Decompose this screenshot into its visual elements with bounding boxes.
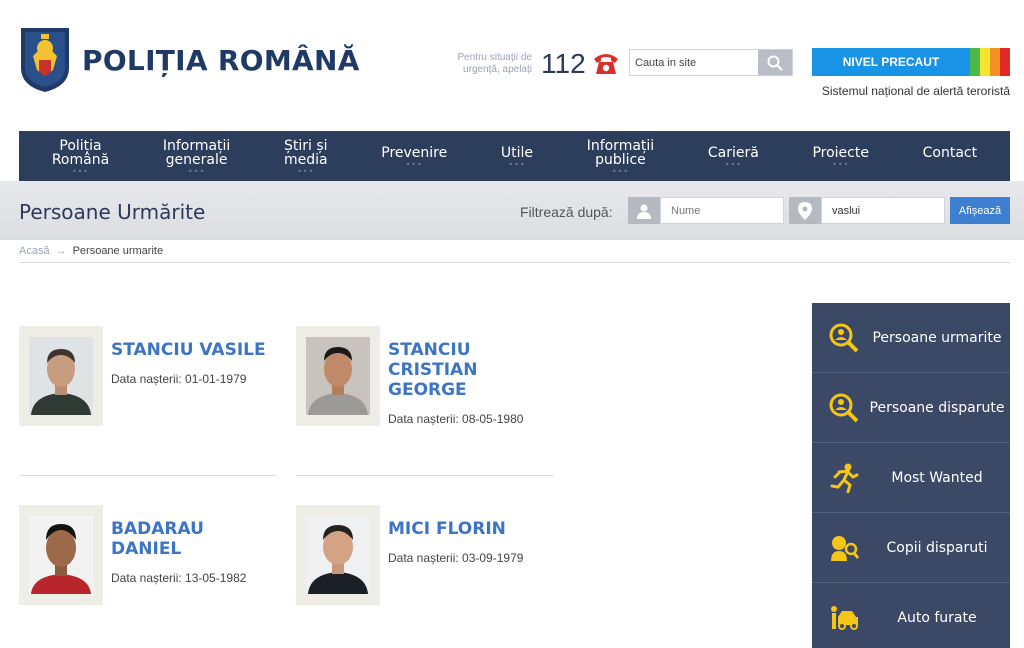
nav-item-proiecte[interactable]: Proiecte ••• <box>812 146 869 169</box>
nav-dots: ••• <box>724 160 742 169</box>
location-filter-input[interactable] <box>821 197 945 224</box>
sidebar-item-persoane-urmarite[interactable]: Persoane urmarite <box>812 303 1010 373</box>
person-photo[interactable] <box>296 326 380 426</box>
main-navigation: Poliția Română ••• Informații generale ••• Ș… <box>19 131 1010 181</box>
breadcrumb: Acasă → Persoane urmarite <box>19 245 163 257</box>
person-name[interactable]: MICI FLORIN <box>388 519 556 539</box>
row-divider <box>296 475 554 476</box>
sidebar-item-auto-furate[interactable]: Auto furate <box>812 583 1010 648</box>
nav-dots: ••• <box>832 160 850 169</box>
person-name[interactable]: BADARAU DANIEL <box>111 519 279 559</box>
nav-item-utile[interactable]: Utile ••• <box>501 146 533 169</box>
person-dob: Data nașterii: 08-05-1980 <box>388 412 524 426</box>
alert-color-scale <box>970 48 1010 76</box>
car-icon <box>831 606 858 630</box>
person-dob: Data nașterii: 13-05-1982 <box>111 571 247 585</box>
nav-dots: ••• <box>405 160 423 169</box>
alert-bar-yellow <box>980 48 990 76</box>
filter-label: Filtrează după: <box>520 204 613 220</box>
portrait-image <box>29 516 93 594</box>
name-filter-input[interactable] <box>660 197 784 224</box>
search-person-icon <box>829 323 859 352</box>
nav-item-politia-romana[interactable]: Poliția Română ••• <box>52 139 109 176</box>
search-button[interactable] <box>758 50 792 75</box>
nav-item-contact[interactable]: Contact <box>923 146 977 166</box>
person-photo[interactable] <box>19 505 103 605</box>
page-title-bar: Persoane Urmărite Filtrează după: <box>0 181 1024 240</box>
nav-item-informatii-generale[interactable]: Informații generale ••• <box>163 139 231 176</box>
sidebar-item-persoane-disparute[interactable]: Persoane disparute <box>812 373 1010 443</box>
emergency-text: Pentru situații de urgență, apelați <box>457 52 533 75</box>
alert-bar-orange <box>990 48 1000 76</box>
location-pin-icon <box>789 197 821 224</box>
alert-subtitle: Sistemul național de alertă teroristă <box>821 84 1010 98</box>
nav-dots: ••• <box>508 160 526 169</box>
child-icon <box>831 535 859 561</box>
person-dob: Data nașterii: 03-09-1979 <box>388 551 524 565</box>
sidebar-item-most-wanted[interactable]: Most Wanted <box>812 443 1010 513</box>
search-input[interactable] <box>630 50 758 75</box>
running-man-icon <box>830 463 859 493</box>
phone-icon <box>594 54 618 74</box>
alert-level-label: NIVEL PRECAUT <box>812 48 970 76</box>
person-name[interactable]: STANCIU VASILE <box>111 340 279 360</box>
search-person-icon <box>829 393 859 422</box>
emergency-number: 112 <box>541 48 586 79</box>
person-photo[interactable] <box>296 505 380 605</box>
user-icon <box>628 197 660 224</box>
terror-alert-level[interactable]: NIVEL PRECAUT <box>812 48 1010 76</box>
nav-dots: ••• <box>188 167 206 176</box>
breadcrumb-separator: → <box>55 245 67 257</box>
nav-item-stiri-media[interactable]: Știri și media ••• <box>284 139 328 176</box>
sidebar-menu: Persoane urmarite Persoane disparute Mos… <box>812 303 1010 648</box>
nav-item-informatii-publice[interactable]: Informații publice ••• <box>587 139 655 176</box>
sidebar-item-copii-disparuti[interactable]: Copii disparuti <box>812 513 1010 583</box>
breadcrumb-home-link[interactable]: Acasă <box>19 245 50 257</box>
alert-bar-red <box>1000 48 1010 76</box>
page-title: Persoane Urmărite <box>19 200 206 224</box>
person-name[interactable]: STANCIU CRISTIAN GEORGE <box>388 340 556 400</box>
breadcrumb-divider <box>19 262 1010 263</box>
search-icon <box>767 55 783 71</box>
nav-dots: ••• <box>611 167 630 176</box>
portrait-image <box>29 337 93 415</box>
nav-item-prevenire[interactable]: Prevenire ••• <box>381 146 447 169</box>
breadcrumb-current: Persoane urmarite <box>72 245 164 257</box>
person-dob: Data nașterii: 01-01-1979 <box>111 372 247 386</box>
nav-item-cariera[interactable]: Carieră ••• <box>708 146 759 169</box>
nav-dots: ••• <box>71 167 90 176</box>
nav-dots: ••• <box>297 167 315 176</box>
alert-bar-green <box>970 48 980 76</box>
site-header: POLIȚIA ROMÂNĂ Pentru situații de urgenț… <box>0 0 1024 130</box>
portrait-image <box>306 337 370 415</box>
site-search <box>629 49 793 76</box>
filter-submit-button[interactable]: Afișează <box>950 197 1010 224</box>
person-photo[interactable] <box>19 326 103 426</box>
row-divider <box>19 475 277 476</box>
coat-of-arms-logo[interactable] <box>19 26 71 94</box>
portrait-image <box>306 516 370 594</box>
site-brand-title[interactable]: POLIȚIA ROMÂNĂ <box>82 44 360 77</box>
